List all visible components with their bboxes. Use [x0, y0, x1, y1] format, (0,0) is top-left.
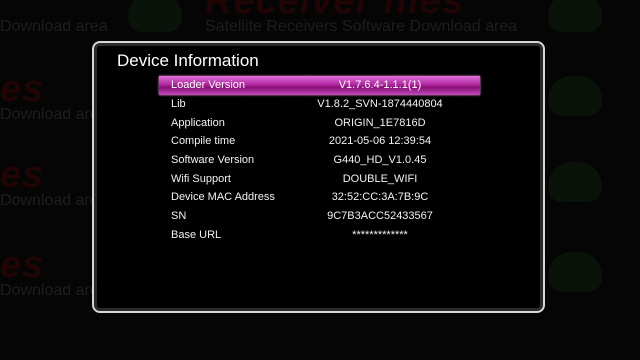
row-label: Lib	[171, 98, 186, 110]
info-row-application[interactable]: Application ORIGIN_1E7816D	[159, 114, 480, 133]
info-row-wifi-support[interactable]: Wifi Support DOUBLE_WIFI	[159, 170, 480, 189]
row-label: SN	[171, 210, 187, 223]
row-label: Wifi Support	[171, 172, 231, 185]
row-value: G440_HD_V1.0.45	[333, 154, 427, 167]
watermark-fragment-title: es	[0, 154, 45, 196]
row-value: 9C7B3ACC52433567	[327, 210, 433, 223]
row-value: 2021-05-06 12:39:54	[328, 135, 432, 148]
row-value: *************	[352, 228, 408, 241]
info-row-software-version[interactable]: Software Version G440_HD_V1.0.45	[159, 151, 480, 170]
info-row-lib[interactable]: Lib V1.8.2_SVN-1874440804	[159, 95, 480, 114]
row-value: V1.7.6.4-1.1.1(1)	[338, 79, 422, 91]
row-value: DOUBLE_WIFI	[342, 172, 418, 185]
device-info-dialog: Device Information Loader Version V1.7.6…	[92, 41, 545, 313]
watermark-subtitle: Satellite Receivers Software Download ar…	[205, 18, 518, 35]
row-label: Base URL	[171, 228, 222, 241]
cloud-logo-icon	[128, 0, 182, 32]
row-value: V1.8.2_SVN-1874440804	[317, 98, 443, 110]
watermark-fragment-title: es	[0, 68, 45, 110]
info-row-compile-time[interactable]: Compile time 2021-05-06 12:39:54	[159, 132, 480, 151]
row-value: ORIGIN_1E7816D	[334, 116, 426, 129]
cloud-logo-icon	[548, 76, 602, 116]
info-row-base-url[interactable]: Base URL *************	[159, 226, 480, 245]
row-label: Device MAC Address	[171, 191, 275, 204]
row-label: Software Version	[171, 154, 255, 167]
cloud-logo-icon	[548, 162, 602, 202]
dialog-title: Device Information	[117, 51, 259, 70]
cloud-logo-icon	[548, 0, 602, 32]
cloud-logo-icon	[548, 252, 602, 292]
watermark-fragment: Download area	[0, 18, 108, 35]
info-row-sn[interactable]: SN 9C7B3ACC52433567	[159, 207, 480, 226]
watermark-fragment-title: es	[0, 244, 45, 286]
row-label: Compile time	[171, 135, 236, 148]
tv-screen: Receiver files Satellite Receivers Softw…	[0, 0, 640, 360]
row-value: 32:52:CC:3A:7B:9C	[331, 191, 429, 204]
row-label: Application	[171, 116, 225, 129]
watermark-title: Receiver files	[205, 0, 465, 22]
info-list: Loader Version V1.7.6.4-1.1.1(1) Lib V1.…	[159, 76, 480, 245]
row-label: Loader Version	[171, 79, 245, 91]
info-row-mac-address[interactable]: Device MAC Address 32:52:CC:3A:7B:9C	[159, 188, 480, 207]
info-row-loader-version[interactable]: Loader Version V1.7.6.4-1.1.1(1)	[159, 76, 480, 95]
